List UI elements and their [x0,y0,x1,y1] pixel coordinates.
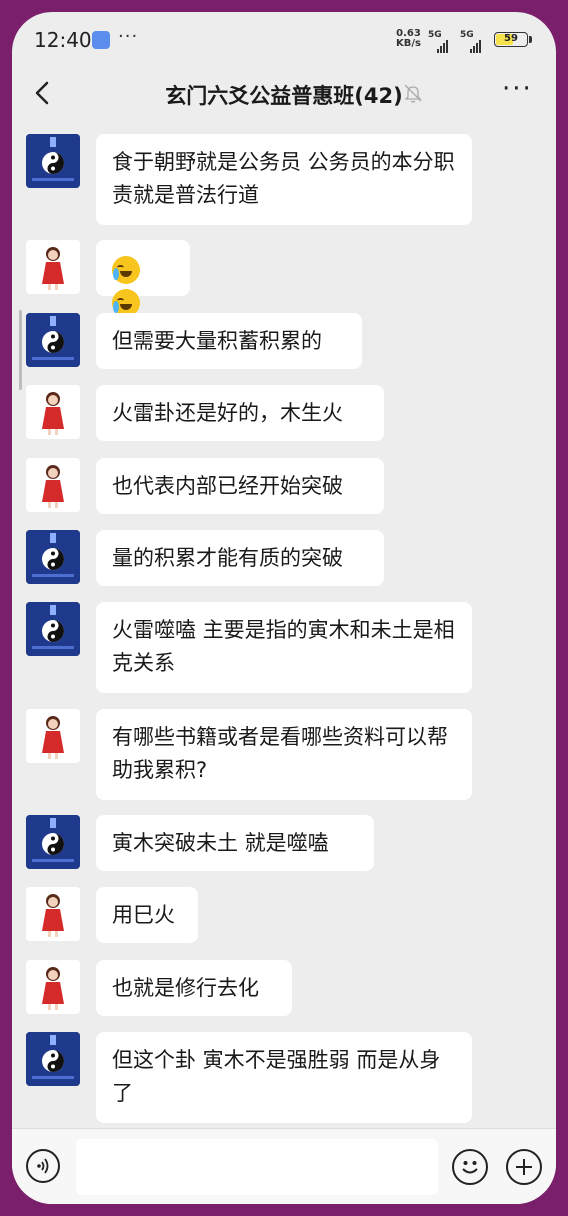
taiji-avatar-icon [26,602,80,656]
avatar[interactable] [26,530,80,584]
avatar[interactable] [26,240,80,294]
battery-percent: 59 [504,33,518,44]
phone-screen: 12:40 ··· 0.63 KB/s 5G 5G 59 玄门六爻公益普惠班(4… [12,12,556,1204]
chat-title: 玄门六爻公益普惠班(42) [165,84,403,108]
taiji-avatar-icon [26,1032,80,1086]
avatar[interactable] [26,385,80,439]
message-bubble[interactable]: 但这个卦 寅木不是强胜弱 而是从身了 [96,1032,472,1123]
avatar[interactable] [26,960,80,1014]
message-bubble[interactable]: 也就是修行去化 [96,960,292,1016]
message-bubble[interactable] [96,240,190,317]
smiley-icon [462,1161,478,1174]
avatar[interactable] [26,887,80,941]
crying-laugh-emoji-icon [112,256,140,284]
plus-icon [516,1159,532,1175]
status-bar: 12:40 ··· 0.63 KB/s 5G 5G 59 [12,12,556,68]
battery-icon: 59 [494,32,528,47]
voice-wave-icon [37,1158,49,1174]
more-functions-button[interactable] [506,1149,542,1185]
input-bar [12,1128,556,1204]
avatar[interactable] [26,313,80,367]
avatar[interactable] [26,709,80,763]
mute-bell-icon [404,84,422,103]
scrollbar[interactable] [19,310,22,390]
message-bubble[interactable]: 用巳火 [96,887,198,943]
avatar[interactable] [26,458,80,512]
taiji-avatar-icon [26,530,80,584]
net-speed-unit: KB/s [396,38,421,49]
message-bubble[interactable]: 但需要大量积蓄积累的 [96,313,362,369]
notification-more-icon: ··· [118,26,139,47]
signal-strength-icon [437,34,449,53]
status-time: 12:40 [34,28,92,52]
more-options-icon[interactable]: ··· [502,74,533,104]
taiji-avatar-icon [26,134,80,188]
gallery-app-icon [92,31,110,49]
girl-avatar-icon [26,458,80,512]
chat-header: 玄门六爻公益普惠班(42) ··· [12,68,556,120]
avatar[interactable] [26,602,80,656]
message-bubble[interactable]: 有哪些书籍或者是看哪些资料可以帮助我累积? [96,709,472,800]
message-bubble[interactable]: 火雷噬嗑 主要是指的寅木和未土是相克关系 [96,602,472,693]
message-bubble[interactable]: 量的积累才能有质的突破 [96,530,384,586]
voice-input-button[interactable] [26,1149,60,1183]
taiji-avatar-icon [26,815,80,869]
taiji-avatar-icon [26,313,80,367]
battery-tip [529,36,532,43]
message-bubble[interactable]: 寅木突破未土 就是噬嗑 [96,815,374,871]
message-bubble[interactable]: 火雷卦还是好的，木生火 [96,385,384,441]
girl-avatar-icon [26,887,80,941]
girl-avatar-icon [26,709,80,763]
message-input[interactable] [76,1139,438,1195]
avatar[interactable] [26,134,80,188]
girl-avatar-icon [26,240,80,294]
avatar[interactable] [26,1032,80,1086]
girl-avatar-icon [26,960,80,1014]
emoji-button[interactable] [452,1149,488,1185]
girl-avatar-icon [26,385,80,439]
net-speed: 0.63 KB/s [396,29,421,49]
message-bubble[interactable]: 也代表内部已经开始突破 [96,458,384,514]
avatar[interactable] [26,815,80,869]
signal-strength-icon [470,34,482,53]
message-bubble[interactable]: 食于朝野就是公务员 公务员的本分职责就是普法行道 [96,134,472,225]
